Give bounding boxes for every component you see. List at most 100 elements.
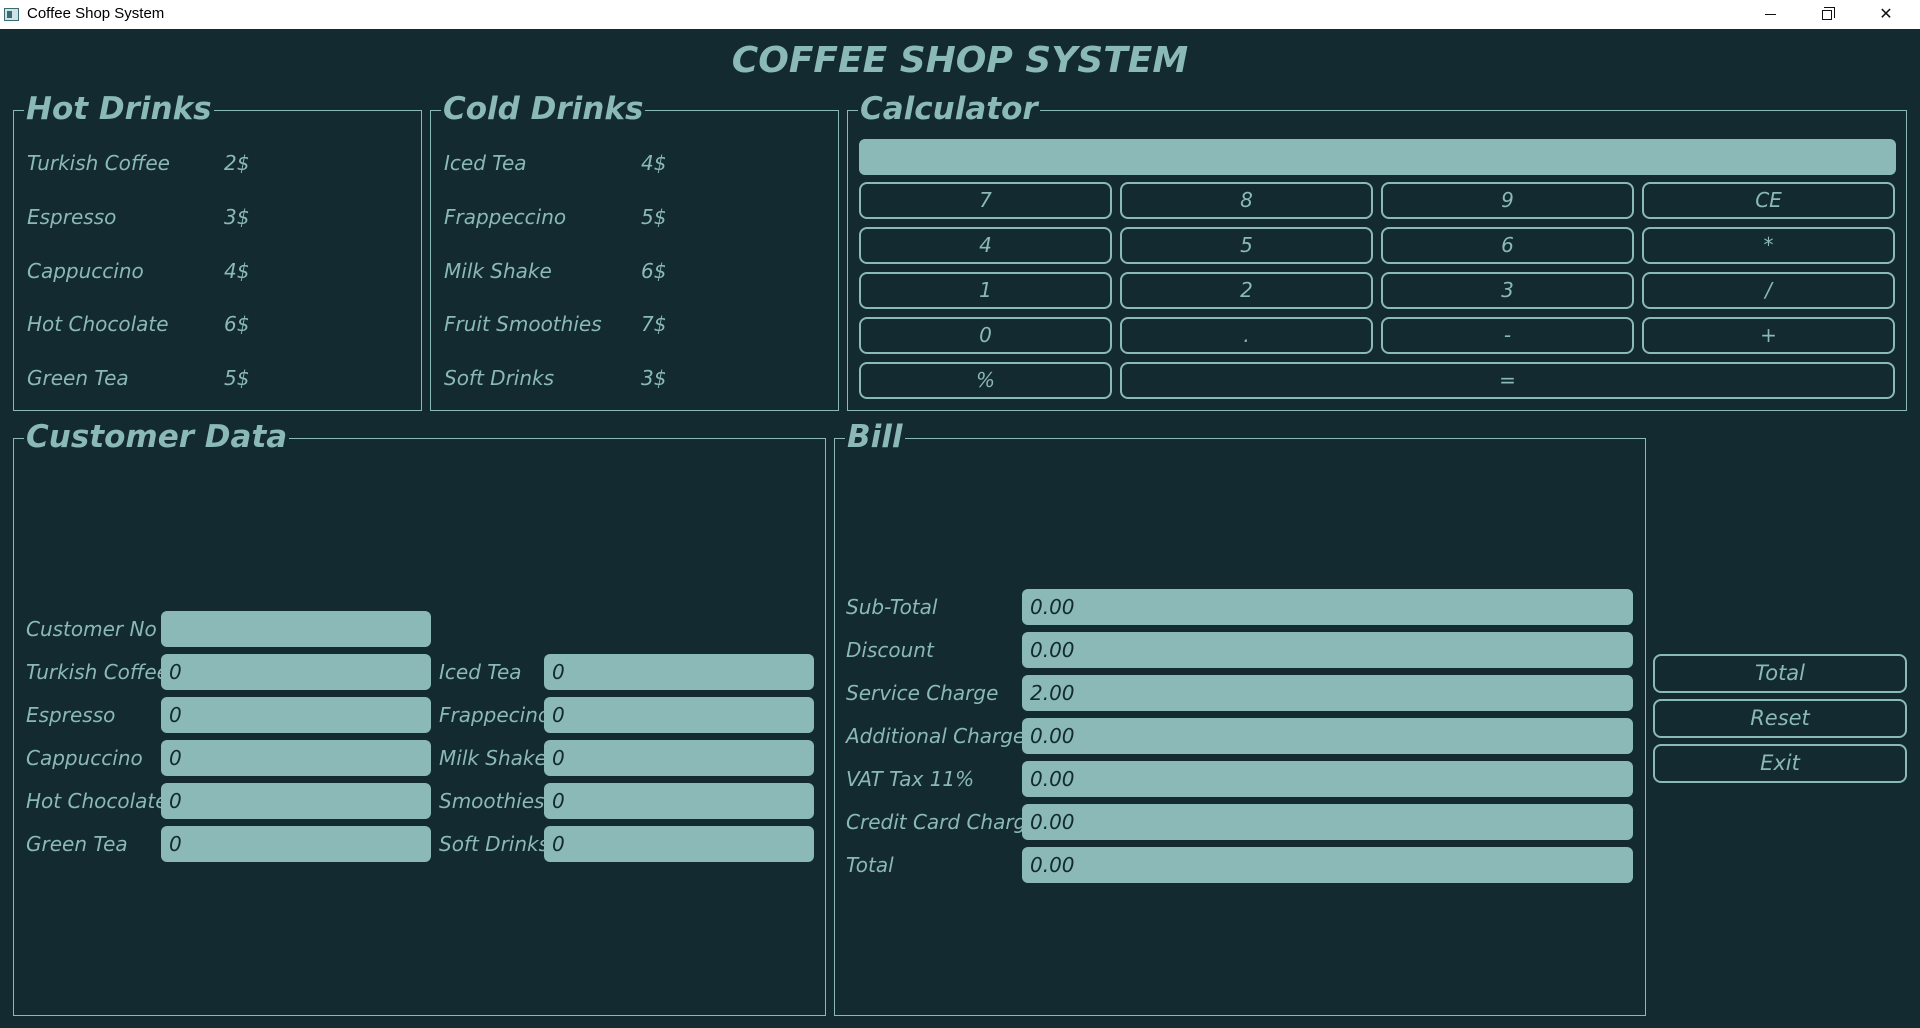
vat-tax-label: VAT Tax 11% bbox=[846, 767, 975, 791]
total-field[interactable]: 0.00 bbox=[1022, 847, 1633, 883]
menu-item-name: Frappeccino bbox=[444, 205, 567, 229]
minimize-button[interactable] bbox=[1747, 0, 1793, 29]
bill-group: Bill Sub-Total 0.00 Discount 0.00 Servic… bbox=[834, 417, 1646, 1016]
calc-button-3[interactable]: 3 bbox=[1381, 272, 1634, 309]
calc-button-multiply[interactable]: * bbox=[1642, 227, 1895, 264]
additional-charge-label: Additional Charge bbox=[846, 724, 1026, 748]
turkish-coffee-qty-field[interactable]: 0 bbox=[161, 654, 431, 690]
sub-total-field[interactable]: 0.00 bbox=[1022, 589, 1633, 625]
calc-button-equals[interactable]: = bbox=[1120, 362, 1895, 399]
calculator-group: Calculator 7 8 9 CE 4 5 6 * 1 2 3 / 0 . … bbox=[847, 89, 1907, 411]
milk-shake-qty-label: Milk Shake bbox=[439, 746, 547, 770]
calc-button-divide[interactable]: / bbox=[1642, 272, 1895, 309]
menu-item: Frappeccino 5$ bbox=[444, 205, 824, 235]
espresso-qty-label: Espresso bbox=[26, 703, 116, 727]
hot-drinks-title: Hot Drinks bbox=[24, 89, 214, 129]
menu-item: Hot Chocolate 6$ bbox=[27, 312, 407, 342]
hot-chocolate-qty-label: Hot Chocolate bbox=[26, 789, 168, 813]
total-button[interactable]: Total bbox=[1653, 654, 1907, 693]
app-icon bbox=[4, 8, 19, 21]
espresso-qty-field[interactable]: 0 bbox=[161, 697, 431, 733]
smoothies-qty-label: Smoothies bbox=[439, 789, 545, 813]
calculator-title: Calculator bbox=[858, 89, 1040, 129]
total-label: Total bbox=[846, 853, 894, 877]
menu-item-name: Espresso bbox=[27, 205, 117, 229]
menu-item: Milk Shake 6$ bbox=[444, 259, 824, 289]
restore-button[interactable] bbox=[1804, 0, 1850, 29]
smoothies-qty-field[interactable]: 0 bbox=[544, 783, 814, 819]
menu-item-price: 6$ bbox=[641, 259, 667, 283]
close-icon: ✕ bbox=[1879, 4, 1893, 23]
menu-item-price: 7$ bbox=[641, 312, 667, 336]
menu-item-name: Soft Drinks bbox=[444, 366, 555, 390]
menu-item-price: 4$ bbox=[641, 151, 667, 175]
customer-no-field[interactable] bbox=[161, 611, 431, 647]
customer-data-group: Customer Data Customer No Turkish Coffee… bbox=[13, 417, 826, 1016]
cold-drinks-group: Cold Drinks Iced Tea 4$ Frappeccino 5$ Mil… bbox=[430, 89, 839, 411]
calc-button-9[interactable]: 9 bbox=[1381, 182, 1634, 219]
frappecino-qty-label: Frappecino bbox=[439, 703, 551, 727]
calc-button-add[interactable]: + bbox=[1642, 317, 1895, 354]
soft-drinks-qty-label: Soft Drinks bbox=[439, 832, 550, 856]
calc-button-clear[interactable]: CE bbox=[1642, 182, 1895, 219]
minimize-icon bbox=[1764, 14, 1776, 15]
calc-button-6[interactable]: 6 bbox=[1381, 227, 1634, 264]
reset-button[interactable]: Reset bbox=[1653, 699, 1907, 738]
iced-tea-qty-field[interactable]: 0 bbox=[544, 654, 814, 690]
additional-charge-field[interactable]: 0.00 bbox=[1022, 718, 1633, 754]
menu-item: Fruit Smoothies 7$ bbox=[444, 312, 824, 342]
calc-button-5[interactable]: 5 bbox=[1120, 227, 1373, 264]
close-button[interactable]: ✕ bbox=[1863, 0, 1909, 29]
menu-item: Turkish Coffee 2$ bbox=[27, 151, 407, 181]
menu-item-price: 5$ bbox=[641, 205, 667, 229]
service-charge-field[interactable]: 2.00 bbox=[1022, 675, 1633, 711]
sub-total-label: Sub-Total bbox=[846, 595, 938, 619]
calc-button-0[interactable]: 0 bbox=[859, 317, 1112, 354]
menu-item-name: Hot Chocolate bbox=[27, 312, 169, 336]
menu-item-name: Fruit Smoothies bbox=[444, 312, 602, 336]
menu-item-name: Turkish Coffee bbox=[27, 151, 170, 175]
menu-item-name: Iced Tea bbox=[444, 151, 527, 175]
exit-button[interactable]: Exit bbox=[1653, 744, 1907, 783]
hot-chocolate-qty-field[interactable]: 0 bbox=[161, 783, 431, 819]
menu-item-price: 4$ bbox=[224, 259, 250, 283]
window-title: Coffee Shop System bbox=[27, 5, 165, 22]
milk-shake-qty-field[interactable]: 0 bbox=[544, 740, 814, 776]
cappuccino-qty-field[interactable]: 0 bbox=[161, 740, 431, 776]
soft-drinks-qty-field[interactable]: 0 bbox=[544, 826, 814, 862]
menu-item-price: 3$ bbox=[641, 366, 667, 390]
iced-tea-qty-label: Iced Tea bbox=[439, 660, 522, 684]
credit-card-charge-label: Credit Card Charge bbox=[846, 810, 1039, 834]
page-title: COFFEE SHOP SYSTEM bbox=[731, 40, 1189, 81]
discount-field[interactable]: 0.00 bbox=[1022, 632, 1633, 668]
credit-card-charge-field[interactable]: 0.00 bbox=[1022, 804, 1633, 840]
menu-item-price: 2$ bbox=[224, 151, 250, 175]
calc-button-8[interactable]: 8 bbox=[1120, 182, 1373, 219]
menu-item-name: Milk Shake bbox=[444, 259, 552, 283]
window-titlebar: Coffee Shop System ✕ bbox=[0, 0, 1920, 29]
calc-button-1[interactable]: 1 bbox=[859, 272, 1112, 309]
menu-item-price: 6$ bbox=[224, 312, 250, 336]
service-charge-label: Service Charge bbox=[846, 681, 999, 705]
calc-button-2[interactable]: 2 bbox=[1120, 272, 1373, 309]
calc-button-subtract[interactable]: - bbox=[1381, 317, 1634, 354]
frappecino-qty-field[interactable]: 0 bbox=[544, 697, 814, 733]
calculator-display[interactable] bbox=[859, 139, 1896, 175]
menu-item: Green Tea 5$ bbox=[27, 366, 407, 396]
green-tea-qty-label: Green Tea bbox=[26, 832, 128, 856]
bill-title: Bill bbox=[845, 417, 905, 457]
calc-button-7[interactable]: 7 bbox=[859, 182, 1112, 219]
cappuccino-qty-label: Cappuccino bbox=[26, 746, 143, 770]
calc-button-decimal[interactable]: . bbox=[1120, 317, 1373, 354]
green-tea-qty-field[interactable]: 0 bbox=[161, 826, 431, 862]
customer-no-label: Customer No bbox=[26, 617, 157, 641]
menu-item: Soft Drinks 3$ bbox=[444, 366, 824, 396]
menu-item: Espresso 3$ bbox=[27, 205, 407, 235]
calc-button-4[interactable]: 4 bbox=[859, 227, 1112, 264]
menu-item-name: Green Tea bbox=[27, 366, 129, 390]
menu-item-price: 5$ bbox=[224, 366, 250, 390]
cold-drinks-title: Cold Drinks bbox=[441, 89, 646, 129]
vat-tax-field[interactable]: 0.00 bbox=[1022, 761, 1633, 797]
discount-label: Discount bbox=[846, 638, 934, 662]
calc-button-percent[interactable]: % bbox=[859, 362, 1112, 399]
